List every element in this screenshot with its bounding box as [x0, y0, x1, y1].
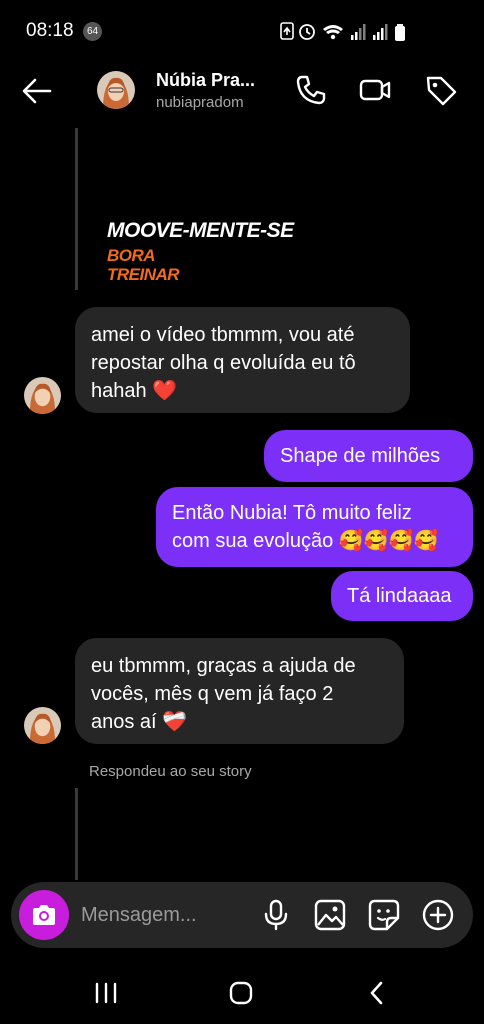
- microphone-icon[interactable]: [259, 898, 293, 932]
- message-bubble-outgoing[interactable]: Tá lindaaaa: [331, 571, 473, 621]
- battery-icon: [395, 24, 405, 41]
- story-reply-label: Respondeu ao seu story: [89, 763, 252, 780]
- story-subtitle: BORA TREINAR: [107, 246, 180, 284]
- status-time: 08:18: [26, 20, 74, 41]
- notification-count-badge: 64: [83, 22, 102, 41]
- signal-icon-2: [373, 24, 388, 40]
- message-line: amei o vídeo tbmmm, vou até: [91, 324, 355, 346]
- status-right-icons: [280, 22, 405, 41]
- message-line: Então Nubia! Tô muito feliz: [172, 502, 412, 524]
- story-reply-line: [75, 128, 78, 290]
- status-bar: 08:18 64: [0, 0, 484, 60]
- recycle-icon: [280, 22, 294, 40]
- message-line: repostar olha q evoluída eu tô: [91, 352, 356, 374]
- story-subtitle-line-1: BORA: [107, 246, 156, 265]
- camera-icon: [33, 905, 55, 925]
- gallery-icon[interactable]: [313, 898, 347, 932]
- message-line: vocês, mês q vem já faço 2: [91, 683, 334, 705]
- message-bubble-incoming[interactable]: eu tbmmm, graças a ajuda de vocês, mês q…: [75, 638, 404, 744]
- story-reply-line: [75, 788, 78, 880]
- chat-header: Núbia Pra... nubiapradom: [0, 60, 484, 122]
- camera-button[interactable]: [19, 890, 69, 940]
- message-bubble-outgoing[interactable]: Então Nubia! Tô muito feliz com sua evol…: [156, 487, 473, 567]
- system-navigation-bar: [0, 960, 484, 1024]
- message-line: hahah ❤️: [91, 380, 178, 402]
- contact-username[interactable]: nubiapradom: [156, 94, 244, 111]
- story-subtitle-line-2: TREINAR: [107, 265, 180, 284]
- signal-icon-1: [351, 24, 366, 40]
- add-icon[interactable]: [421, 898, 455, 932]
- video-call-icon[interactable]: [358, 73, 392, 107]
- message-bubble-outgoing[interactable]: Shape de milhões: [264, 430, 473, 482]
- story-preview[interactable]: MOOVE-MENTE-SE BORA TREINAR: [88, 128, 310, 290]
- message-line: com sua evolução 🥰🥰🥰🥰: [172, 530, 439, 552]
- contact-avatar[interactable]: [97, 71, 135, 109]
- back-arrow-icon[interactable]: [20, 74, 54, 108]
- contact-avatar-small[interactable]: [24, 377, 61, 414]
- sticker-icon[interactable]: [367, 898, 401, 932]
- message-bubble-incoming[interactable]: amei o vídeo tbmmm, vou até repostar olh…: [75, 307, 410, 413]
- contact-avatar-small[interactable]: [24, 707, 61, 744]
- recent-apps-icon[interactable]: [89, 976, 123, 1010]
- message-line: eu tbmmm, graças a ajuda de: [91, 655, 356, 677]
- back-nav-icon[interactable]: [360, 976, 394, 1010]
- wifi-icon: [323, 25, 343, 40]
- message-input[interactable]: [81, 896, 251, 934]
- alarm-icon: [299, 24, 315, 40]
- home-icon[interactable]: [224, 976, 258, 1010]
- message-line: anos aí ❤️‍🩹: [91, 711, 188, 733]
- contact-name[interactable]: Núbia Pra...: [156, 70, 255, 91]
- phone-icon[interactable]: [294, 73, 328, 107]
- story-title: MOOVE-MENTE-SE: [107, 219, 294, 242]
- tag-icon[interactable]: [424, 73, 458, 107]
- message-composer: [11, 882, 473, 948]
